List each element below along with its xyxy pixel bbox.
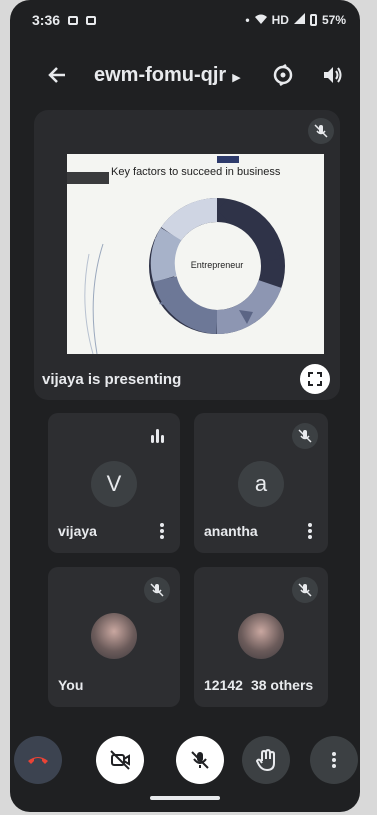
presenter-label: vijaya is presenting — [42, 371, 182, 388]
meet-screen: 3:36 • HD 57% ewm-fomu-qjr ▶ Key factors… — [10, 0, 360, 812]
meeting-header: ewm-fomu-qjr ▶ — [10, 55, 360, 95]
participant-tile-others[interactable]: 12142 38 others — [194, 567, 328, 707]
network-label: HD — [271, 13, 289, 27]
mic-off-icon — [292, 577, 318, 603]
participant-tile-anantha[interactable]: a anantha — [194, 413, 328, 553]
participant-id: 12142 — [204, 677, 243, 693]
avatar: V — [91, 461, 137, 507]
raise-hand-icon — [256, 749, 275, 771]
camera-off-icon — [110, 750, 130, 770]
chevron-right-icon: ▶ — [232, 71, 241, 84]
battery-icon — [309, 14, 317, 26]
others-count: 38 others — [250, 677, 314, 693]
cycle-center-label: Entrepreneur — [190, 260, 244, 270]
status-bar: 3:36 • HD 57% — [10, 0, 360, 40]
avatar — [238, 613, 284, 659]
signal-icon — [293, 13, 305, 27]
camera-switch-icon[interactable] — [270, 62, 296, 88]
mic-off-icon — [144, 577, 170, 603]
dot-icon: • — [245, 13, 250, 27]
raise-hand-button[interactable] — [242, 736, 290, 784]
more-vert-icon[interactable] — [158, 521, 166, 541]
end-call-button[interactable] — [14, 736, 62, 784]
cast-icon — [68, 15, 79, 25]
end-call-icon — [28, 757, 48, 764]
participant-name: You — [58, 677, 84, 693]
more-vert-icon — [332, 752, 336, 768]
wifi-icon — [254, 13, 267, 27]
shared-slide: Key factors to succeed in business Entre… — [67, 154, 324, 354]
participant-tile-you[interactable]: You — [48, 567, 180, 707]
battery-level: 57% — [321, 13, 346, 27]
meeting-code: ewm-fomu-qjr — [94, 63, 227, 86]
call-controls — [10, 735, 360, 785]
home-indicator[interactable] — [150, 796, 220, 800]
participant-tile-vijaya[interactable]: V vijaya — [48, 413, 180, 553]
status-time: 3:36 — [32, 12, 61, 28]
avatar: a — [238, 461, 284, 507]
participant-name: anantha — [204, 523, 258, 539]
more-vert-icon[interactable] — [306, 521, 314, 541]
back-arrow-icon[interactable] — [44, 62, 70, 88]
meeting-code-button[interactable]: ewm-fomu-qjr ▶ — [94, 64, 241, 87]
mic-off-icon — [308, 118, 334, 144]
more-options-button[interactable] — [310, 736, 358, 784]
speaking-indicator-icon — [148, 425, 166, 443]
mic-toggle-button[interactable] — [176, 736, 224, 784]
avatar — [91, 613, 137, 659]
participant-name: vijaya — [58, 523, 97, 539]
presentation-tile[interactable]: Key factors to succeed in business Entre… — [34, 110, 340, 400]
speaker-icon[interactable] — [320, 62, 346, 88]
mic-off-icon — [191, 751, 209, 769]
participant-name: 12142 38 others — [204, 677, 313, 693]
mic-off-icon — [292, 423, 318, 449]
fullscreen-icon[interactable] — [300, 364, 330, 394]
notification-icon — [86, 15, 97, 25]
cycle-diagram — [84, 197, 285, 354]
camera-toggle-button[interactable] — [96, 736, 144, 784]
